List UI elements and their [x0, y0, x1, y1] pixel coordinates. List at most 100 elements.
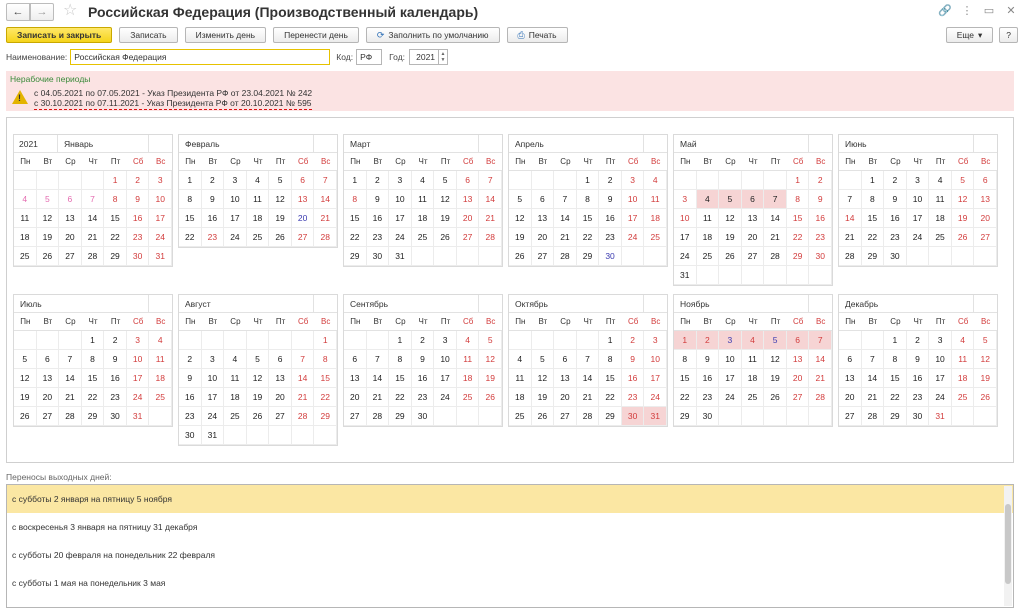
day-cell[interactable]: 31: [389, 247, 412, 266]
day-cell[interactable]: 5: [479, 331, 502, 350]
day-cell[interactable]: 4: [149, 331, 172, 350]
day-cell[interactable]: 4: [14, 190, 37, 209]
day-cell[interactable]: 6: [36, 350, 60, 369]
day-cell[interactable]: 6: [456, 171, 480, 190]
day-cell[interactable]: 28: [479, 228, 502, 247]
day-cell[interactable]: 26: [479, 388, 502, 407]
day-cell[interactable]: 11: [456, 350, 480, 369]
day-cell[interactable]: 2: [599, 171, 622, 190]
day-cell[interactable]: 4: [509, 350, 532, 369]
day-cell[interactable]: 24: [434, 388, 457, 407]
day-cell[interactable]: 19: [509, 228, 532, 247]
day-cell[interactable]: 18: [246, 209, 270, 228]
day-cell[interactable]: 1: [884, 331, 907, 350]
day-cell[interactable]: 11: [696, 209, 720, 228]
day-cell[interactable]: 27: [59, 247, 82, 266]
day-cell[interactable]: 28: [314, 228, 337, 247]
year-input[interactable]: 2021: [409, 49, 440, 65]
day-cell[interactable]: 31: [929, 407, 952, 426]
day-cell[interactable]: 20: [456, 209, 480, 228]
day-cell[interactable]: 20: [269, 388, 292, 407]
day-cell[interactable]: 11: [411, 190, 435, 209]
day-cell[interactable]: 27: [456, 228, 480, 247]
day-cell[interactable]: 18: [644, 209, 667, 228]
day-cell[interactable]: 6: [974, 171, 997, 190]
day-cell[interactable]: 1: [786, 171, 810, 190]
day-cell[interactable]: 25: [509, 407, 532, 426]
day-cell[interactable]: 9: [201, 190, 225, 209]
fill-default-button[interactable]: ⟳ Заполнить по умолчанию: [365, 27, 500, 43]
day-cell[interactable]: 23: [906, 388, 930, 407]
day-cell[interactable]: 14: [59, 369, 82, 388]
day-cell[interactable]: 24: [929, 388, 952, 407]
day-cell[interactable]: 17: [201, 388, 225, 407]
day-cell[interactable]: 29: [389, 407, 412, 426]
day-cell[interactable]: 23: [411, 388, 435, 407]
day-cell[interactable]: 2: [906, 331, 930, 350]
day-cell[interactable]: 20: [59, 228, 82, 247]
day-cell[interactable]: 30: [126, 247, 150, 266]
day-cell[interactable]: 20: [36, 388, 60, 407]
day-cell[interactable]: 10: [719, 350, 742, 369]
day-cell[interactable]: 2: [366, 171, 390, 190]
forward-button[interactable]: →: [30, 3, 54, 21]
day-cell[interactable]: 30: [599, 247, 622, 266]
day-cell[interactable]: 20: [741, 228, 765, 247]
day-cell[interactable]: 18: [224, 388, 247, 407]
day-cell[interactable]: 11: [951, 350, 975, 369]
day-cell[interactable]: 19: [479, 369, 502, 388]
favorite-star-icon[interactable]: ☆: [63, 3, 77, 19]
day-cell[interactable]: 31: [149, 247, 172, 266]
day-cell[interactable]: 13: [291, 190, 315, 209]
day-cell[interactable]: 11: [224, 369, 247, 388]
day-cell[interactable]: 5: [974, 331, 997, 350]
day-cell[interactable]: 23: [179, 407, 202, 426]
day-cell[interactable]: 12: [719, 209, 742, 228]
day-cell[interactable]: 10: [674, 209, 697, 228]
day-cell[interactable]: 15: [314, 369, 337, 388]
day-cell[interactable]: 19: [764, 369, 787, 388]
day-cell[interactable]: 1: [576, 171, 600, 190]
day-cell[interactable]: 9: [126, 190, 150, 209]
day-cell[interactable]: 8: [861, 190, 885, 209]
day-cell[interactable]: 18: [509, 388, 532, 407]
day-cell[interactable]: 21: [839, 228, 862, 247]
day-cell[interactable]: 28: [81, 247, 105, 266]
day-cell[interactable]: 1: [389, 331, 412, 350]
day-cell[interactable]: 8: [884, 350, 907, 369]
name-input[interactable]: Российская Федерация: [70, 49, 331, 65]
day-cell[interactable]: 8: [344, 190, 367, 209]
day-cell[interactable]: 13: [974, 190, 997, 209]
day-cell[interactable]: 15: [599, 369, 622, 388]
day-cell[interactable]: 24: [644, 388, 667, 407]
day-cell[interactable]: 21: [314, 209, 337, 228]
day-cell[interactable]: 26: [434, 228, 457, 247]
day-cell[interactable]: 5: [531, 350, 555, 369]
day-cell[interactable]: 14: [314, 190, 337, 209]
day-cell[interactable]: 29: [81, 407, 105, 426]
day-cell[interactable]: 16: [621, 369, 645, 388]
day-cell[interactable]: 21: [576, 388, 600, 407]
day-cell[interactable]: 12: [531, 369, 555, 388]
save-close-button[interactable]: Записать и закрыть: [6, 27, 113, 43]
year-spinner[interactable]: ▲ ▼: [439, 49, 449, 65]
day-cell[interactable]: 4: [411, 171, 435, 190]
menu-icon[interactable]: ⋮: [960, 4, 974, 17]
day-cell[interactable]: 27: [531, 247, 555, 266]
day-cell[interactable]: 5: [509, 190, 532, 209]
nonworking-period-2[interactable]: с 30.10.2021 по 07.11.2021 - Указ Презид…: [34, 98, 312, 110]
day-cell[interactable]: 22: [884, 388, 907, 407]
day-cell[interactable]: 23: [599, 228, 622, 247]
day-cell[interactable]: 10: [929, 350, 952, 369]
day-cell[interactable]: 12: [246, 369, 270, 388]
day-cell[interactable]: 17: [719, 369, 742, 388]
day-cell[interactable]: 16: [126, 209, 150, 228]
day-cell[interactable]: 29: [104, 247, 127, 266]
transfer-row[interactable]: с воскресенья 3 января на пятницу 31 дек…: [7, 513, 1013, 541]
day-cell[interactable]: 11: [149, 350, 172, 369]
day-cell[interactable]: 17: [644, 369, 667, 388]
day-cell[interactable]: 3: [719, 331, 742, 350]
day-cell[interactable]: 7: [314, 171, 337, 190]
day-cell[interactable]: 29: [861, 247, 885, 266]
day-cell[interactable]: 2: [621, 331, 645, 350]
